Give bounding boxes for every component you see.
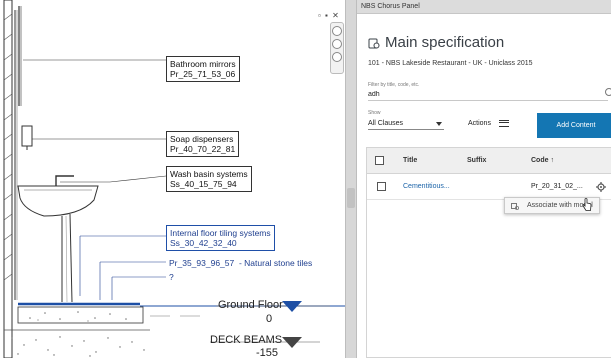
keynote-unknown[interactable]: ? bbox=[169, 272, 174, 282]
drawing-canvas[interactable]: ▫ ▪ ✕ Bathroom mirrors Pr_25_71_53_06 So… bbox=[0, 0, 350, 358]
steering-wheel-icon[interactable] bbox=[332, 26, 342, 36]
keynote-code: Pr_35_93_96_57 bbox=[169, 258, 235, 268]
column-title[interactable]: Title bbox=[403, 157, 417, 164]
tag-code: Pr_40_70_22_81 bbox=[170, 144, 236, 154]
specification-icon bbox=[368, 38, 380, 48]
show-label: Show bbox=[368, 110, 381, 116]
tag-soap-dispensers[interactable]: Soap dispensers Pr_40_70_22_81 bbox=[166, 131, 240, 157]
actions-label: Actions bbox=[468, 120, 491, 127]
chevron-down-icon bbox=[436, 121, 442, 126]
column-suffix[interactable]: Suffix bbox=[467, 157, 486, 164]
clauses-table: Title Suffix Code ↑ Cementitious... Pr_2… bbox=[366, 147, 611, 358]
tag-internal-floor-tiling[interactable]: Internal floor tiling systems Ss_30_42_3… bbox=[166, 225, 275, 251]
panel-splitter[interactable] bbox=[345, 0, 357, 358]
navigation-bar[interactable] bbox=[330, 22, 344, 74]
add-content-button[interactable]: Add Content bbox=[537, 113, 611, 138]
tag-bathroom-mirrors[interactable]: Bathroom mirrors Pr_25_71_53_06 bbox=[166, 56, 240, 82]
keynote-text: - Natural stone tiles bbox=[238, 258, 313, 268]
deck-level-marker bbox=[282, 337, 302, 348]
panel-heading: Main specification bbox=[368, 34, 504, 51]
row-code: Pr_20_31_02_... bbox=[531, 183, 583, 190]
level-value-deck-beams: -155 bbox=[256, 347, 279, 358]
filter-label: Filter by title, code, etc. bbox=[368, 82, 420, 88]
tag-wash-basin-systems[interactable]: Wash basin systems Ss_40_15_75_94 bbox=[166, 166, 252, 192]
tag-code: Ss_30_42_32_40 bbox=[170, 238, 237, 248]
nbs-chorus-panel: NBS Chorus Panel Main specification 101 … bbox=[357, 0, 611, 358]
actions-menu[interactable]: Actions bbox=[468, 120, 509, 127]
row-title-link[interactable]: Cementitious... bbox=[403, 183, 450, 190]
level-name-ground-floor: Ground Floor bbox=[218, 299, 283, 311]
hamburger-menu-icon bbox=[498, 120, 509, 127]
tag-name: Internal floor tiling systems bbox=[170, 228, 271, 238]
level-value-ground-floor: 0 bbox=[266, 313, 273, 325]
level-name-deck-beams: DECK BEAMS bbox=[210, 334, 283, 346]
show-dropdown[interactable]: All Clauses bbox=[368, 118, 444, 130]
pan-icon[interactable] bbox=[332, 52, 342, 62]
table-header: Title Suffix Code ↑ bbox=[367, 148, 611, 174]
search-icon[interactable] bbox=[605, 88, 611, 96]
zoom-icon[interactable] bbox=[332, 39, 342, 49]
link-icon bbox=[511, 202, 519, 210]
tag-name: Bathroom mirrors bbox=[170, 59, 236, 69]
select-all-checkbox[interactable] bbox=[375, 156, 384, 165]
tag-code: Ss_40_15_75_94 bbox=[170, 179, 237, 189]
tag-name: Soap dispensers bbox=[170, 134, 234, 144]
gear-icon[interactable] bbox=[596, 182, 606, 192]
splitter-grip[interactable] bbox=[347, 188, 355, 208]
view-window-controls[interactable]: ▫ ▪ ✕ bbox=[318, 11, 340, 20]
panel-title-bar[interactable]: NBS Chorus Panel bbox=[357, 0, 611, 14]
filter-input[interactable] bbox=[368, 89, 608, 101]
project-name: 101 - NBS Lakeside Restaurant - UK - Uni… bbox=[368, 60, 533, 67]
tag-code: Pr_25_71_53_06 bbox=[170, 69, 236, 79]
show-dropdown-value: All Clauses bbox=[368, 120, 404, 127]
row-checkbox[interactable] bbox=[377, 182, 386, 191]
tag-name: Wash basin systems bbox=[170, 169, 248, 179]
hand-cursor-icon bbox=[582, 198, 592, 211]
column-code[interactable]: Code ↑ bbox=[531, 157, 554, 164]
keynote-natural-stone[interactable]: Pr_35_93_96_57 - Natural stone tiles bbox=[169, 258, 312, 268]
page-title: Main specification bbox=[385, 34, 505, 51]
